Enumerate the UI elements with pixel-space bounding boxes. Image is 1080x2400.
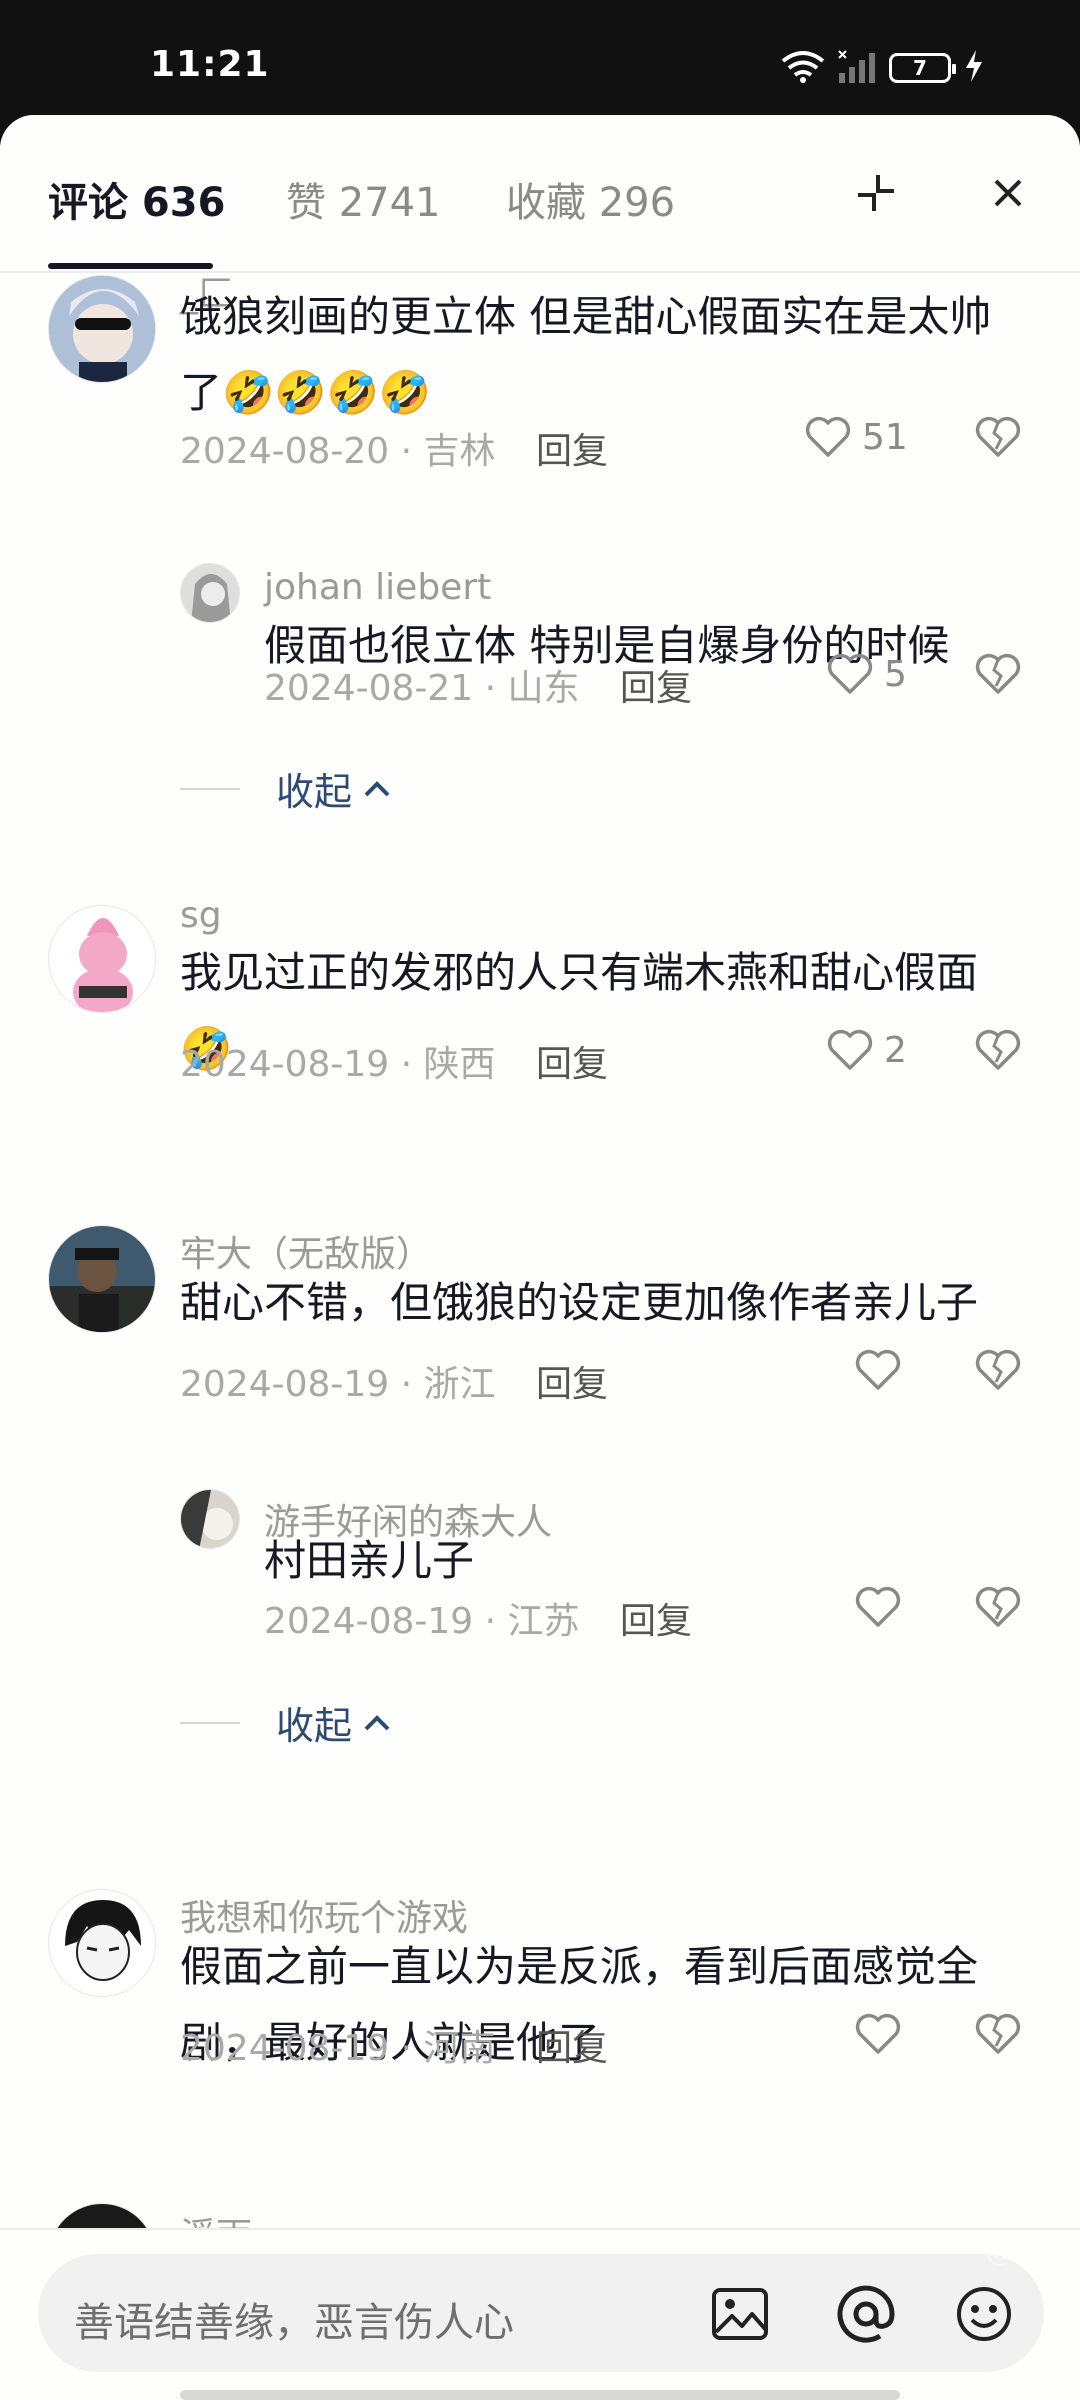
status-bar: 11:21 7 [0, 0, 1080, 115]
avatar[interactable] [48, 1889, 156, 1997]
reply-nickname[interactable]: johan liebert [264, 567, 491, 608]
heart-icon [855, 2013, 901, 2054]
comment-content: 饿狼刻画的更立体 但是甜心假面实在是太帅了🤣🤣🤣🤣 [180, 292, 992, 417]
avatar[interactable] [180, 563, 240, 623]
like-count: 2 [884, 1029, 907, 1071]
reply-button[interactable]: 回复 [536, 422, 608, 474]
dislike-button[interactable] [974, 415, 1022, 463]
dislike-button[interactable] [974, 1028, 1022, 1076]
emoji-icon[interactable] [946, 2276, 1022, 2352]
reply-button[interactable]: 回复 [536, 1355, 608, 1407]
avatar[interactable] [48, 1225, 156, 1333]
collapse-replies-button[interactable]: 收起 [180, 761, 392, 816]
comment-content: 甜心不错，但饿狼的设定更加像作者亲儿子 [180, 1278, 979, 1327]
dislike-button[interactable] [974, 2012, 1022, 2060]
status-icons: 7 [781, 48, 985, 88]
broken-heart-icon [975, 1586, 1021, 1627]
like-button[interactable]: 2 [826, 1028, 907, 1072]
signal-icon [837, 49, 877, 87]
reply-meta: 2024-08-19 · 江苏 [264, 1601, 580, 1642]
heart-icon [805, 416, 851, 457]
tab-bar: 评论 636 赞 2741 收藏 296 [0, 115, 1080, 273]
chevron-up-icon [364, 780, 390, 796]
like-button[interactable] [854, 1585, 912, 1629]
tab-comments[interactable]: 评论 636 [48, 170, 225, 228]
close-icon[interactable] [978, 163, 1038, 223]
heart-icon [827, 653, 873, 694]
heart-icon [855, 1586, 901, 1627]
watermark: @一手 [985, 2235, 1070, 2268]
like-count: 51 [862, 416, 908, 458]
like-count: 5 [884, 653, 907, 695]
broken-heart-icon [975, 416, 1021, 457]
like-button[interactable]: 51 [804, 415, 908, 459]
tab-underline [48, 263, 213, 269]
wifi-icon [781, 49, 825, 87]
comment-meta: 2024-08-19 · 陕西 [180, 1044, 496, 1085]
collapse-replies-button[interactable]: 收起 [180, 1695, 392, 1750]
reply-button[interactable]: 回复 [620, 1592, 692, 1644]
broken-heart-icon [975, 1029, 1021, 1070]
collapse-sheet-icon[interactable] [846, 163, 906, 223]
heart-icon [855, 1349, 901, 1390]
like-button[interactable] [854, 1348, 912, 1392]
comment-input-placeholder: 善语结善缘，恶言伤人心 [74, 2300, 514, 2346]
broken-heart-icon [975, 653, 1021, 694]
home-indicator [180, 2390, 900, 2400]
like-button[interactable]: 5 [826, 652, 907, 696]
avatar[interactable] [180, 1489, 240, 1549]
comment-sheet: 评论 636 赞 2741 收藏 296 _匚 饿狼刻画的更立体 但是甜心假面实… [0, 115, 1080, 2400]
comment-meta: 2024-08-20 · 吉林 [180, 431, 496, 472]
broken-heart-icon [975, 1349, 1021, 1390]
reply-button[interactable]: 回复 [536, 1035, 608, 1087]
collapse-label: 收起 [276, 770, 353, 814]
dislike-button[interactable] [974, 1348, 1022, 1396]
image-icon[interactable] [702, 2276, 778, 2352]
dislike-button[interactable] [974, 1585, 1022, 1633]
comment-meta: 2024-08-19 · 河南 [180, 2028, 496, 2069]
reply-button[interactable]: 回复 [620, 659, 692, 711]
divider [180, 787, 240, 790]
reply-content: 村田亲儿子 [264, 1536, 475, 1585]
comment-input[interactable]: 善语结善缘，恶言伤人心 [38, 2254, 1044, 2372]
battery-level: 7 [913, 56, 927, 80]
comment-meta: 2024-08-19 · 浙江 [180, 1364, 496, 1405]
reply-button[interactable]: 回复 [536, 2019, 608, 2071]
avatar[interactable] [48, 905, 156, 1013]
heart-icon [827, 1029, 873, 1070]
dislike-button[interactable] [974, 652, 1022, 700]
chevron-up-icon [364, 1714, 390, 1730]
avatar[interactable] [48, 2203, 156, 2228]
collapse-label: 收起 [276, 1704, 353, 1748]
comment-nickname[interactable]: sg [180, 895, 222, 936]
charging-icon [963, 49, 985, 87]
status-time: 11:21 [150, 44, 270, 85]
broken-heart-icon [975, 2013, 1021, 2054]
comment-nickname[interactable]: 溪雨 [180, 2207, 252, 2228]
like-button[interactable] [854, 2012, 912, 2056]
tab-favorites[interactable]: 收藏 296 [506, 170, 675, 228]
comment-input-bar: 善语结善缘，恶言伤人心 [0, 2228, 1080, 2400]
reply-meta: 2024-08-21 · 山东 [264, 668, 580, 709]
avatar[interactable] [48, 275, 156, 383]
comment-list[interactable]: _匚 饿狼刻画的更立体 但是甜心假面实在是太帅了🤣🤣🤣🤣 2024-08-20 … [0, 275, 1080, 2228]
mention-icon[interactable] [828, 2276, 904, 2352]
battery-icon: 7 [889, 53, 956, 83]
tab-likes[interactable]: 赞 2741 [286, 170, 441, 228]
divider [180, 1721, 240, 1724]
